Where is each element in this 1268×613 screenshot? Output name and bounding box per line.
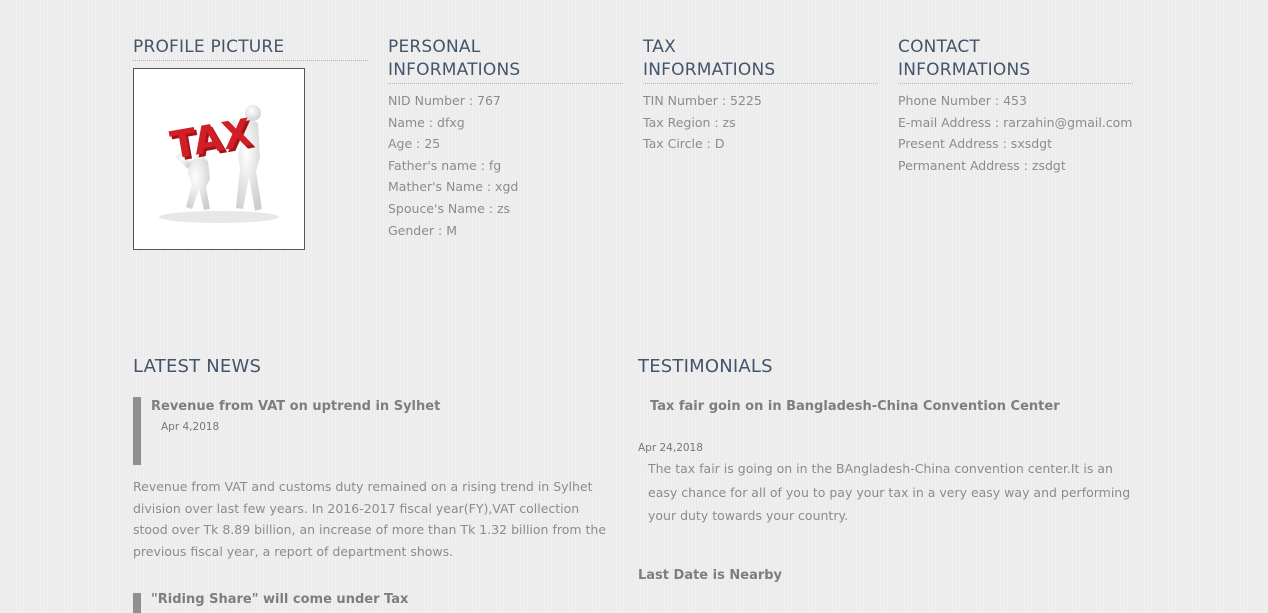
testimonial-headline[interactable]: Tax fair goin on in Bangladesh-China Con… [650,399,1060,414]
tax-info-title-line2: INFORMATIONS [643,60,776,80]
profile-picture: TAX TAX [133,68,305,250]
tax-info-section: TAX INFORMATIONS TIN Number : 5225 Tax R… [643,36,878,155]
contact-info-title-line2: INFORMATIONS [898,60,1031,80]
profile-picture-title: PROFILE PICTURE [133,36,368,61]
personal-info-title: PERSONAL INFORMATIONS [388,36,623,84]
nid-number: NID Number : 767 [388,93,501,108]
news-date: Apr 4,2018 [161,421,220,433]
testimonial-body: The tax fair is going on in the BAnglade… [648,461,1131,523]
tax-info-title: TAX INFORMATIONS [643,36,878,84]
spouses-name: Spouce's Name : zs [388,200,511,216]
email-address: E-mail Address : rarzahin@gmail.com [898,114,1133,130]
personal-info-title-line2: INFORMATIONS [388,60,521,80]
gender: Gender : M [388,222,458,238]
name: Name : dfxg [388,114,465,130]
tax-region: Tax Region : zs [643,114,736,130]
testimonial-headline[interactable]: Last Date is Nearby [638,568,782,583]
present-address: Present Address : sxsdgt [898,136,1053,152]
tax-carriers-illustration: TAX TAX [159,105,279,223]
tin-number: TIN Number : 5225 [643,93,762,108]
fathers-name: Father's name : fg [388,157,502,173]
tax-circle: Tax Circle : D [643,136,725,152]
phone-number: Phone Number : 453 [898,93,1027,108]
permanent-address: Permanent Address : zsdgt [898,157,1066,173]
contact-info-list: Phone Number : 453 E-mail Address : rarz… [898,90,1133,176]
personal-info-section: PERSONAL INFORMATIONS NID Number : 767 N… [388,36,623,241]
news-item[interactable]: "Riding Share" will come under Tax [133,591,613,613]
contact-info-title-line1: CONTACT [898,37,981,57]
tax-info-list: TIN Number : 5225 Tax Region : zs Tax Ci… [643,90,878,155]
contact-info-section: CONTACT INFORMATIONS Phone Number : 453 … [898,36,1133,176]
latest-news-title: LATEST NEWS [133,356,262,377]
personal-info-title-line1: PERSONAL [388,37,481,57]
tax-info-title-line1: TAX [643,37,676,57]
profile-picture-section: PROFILE PICTURE [133,36,368,61]
news-item[interactable]: Revenue from VAT on uptrend in Sylhet Ap… [133,397,613,465]
personal-info-list: NID Number : 767 Name : dfxg Age : 25 Fa… [388,90,623,241]
mothers-name: Mather's Name : xgd [388,179,519,195]
news-item-bar [133,397,141,465]
contact-info-title: CONTACT INFORMATIONS [898,36,1133,84]
news-body: Revenue from VAT and customs duty remain… [133,479,607,559]
age: Age : 25 [388,136,441,152]
news-headline[interactable]: Revenue from VAT on uptrend in Sylhet [151,399,440,414]
news-item-bar [133,593,141,613]
testimonial-date: Apr 24,2018 [638,442,703,454]
testimonials-title: TESTIMONIALS [638,356,773,377]
